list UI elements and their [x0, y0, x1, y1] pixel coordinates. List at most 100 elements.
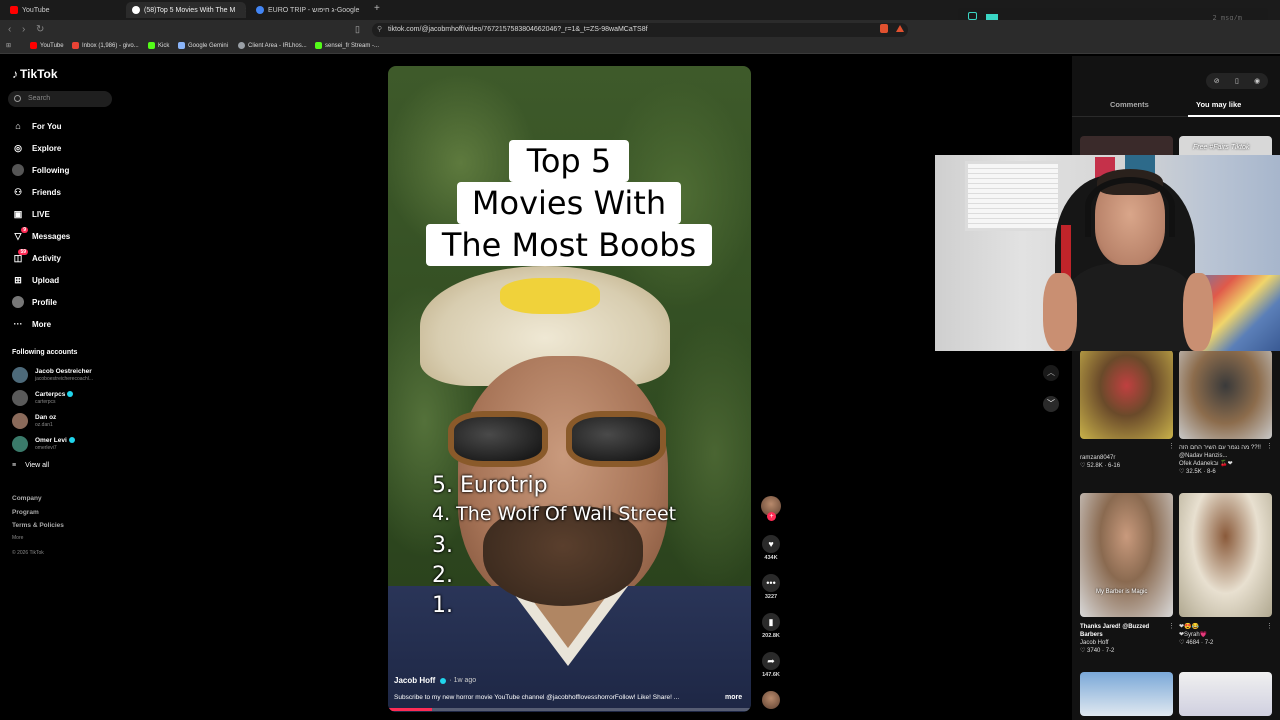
bookmark-star-icon[interactable]: ▯: [355, 24, 360, 35]
video-list-item-2: 2.: [432, 563, 453, 588]
nav-upload[interactable]: ⊞ Upload: [12, 274, 59, 286]
activity-badge: 59: [18, 249, 28, 255]
settings-icon[interactable]: ⊘: [1214, 77, 1220, 85]
view-all-link[interactable]: ≡ View all: [12, 462, 49, 469]
comment-button[interactable]: ••• 3227: [759, 574, 783, 600]
lens-right: [566, 411, 666, 467]
avatar: [12, 413, 28, 429]
nav-friends[interactable]: ⚇ Friends: [12, 186, 61, 198]
bookmark-gemini[interactable]: Google Gemini: [178, 42, 228, 49]
list-item[interactable]: ramzan8047r ♡ 52.8K · 6-16: [1080, 454, 1120, 470]
video-player[interactable]: Top 5 Movies With The Most Boobs 5. Euro…: [388, 66, 751, 712]
brave-shield-icon[interactable]: [880, 24, 888, 33]
nav-activity[interactable]: ◫ 59 Activity: [12, 249, 61, 264]
following-accounts-title: Following accounts: [12, 349, 78, 356]
account-name: Jacob Oestreicher: [35, 368, 92, 375]
bookmark-inbox[interactable]: Inbox (1,986) - givo...: [72, 42, 139, 49]
panel-toolbar: ⊘ ▯ ◉: [1206, 73, 1268, 89]
bookmark-client-area[interactable]: Client Area - IRLhos...: [238, 42, 307, 49]
bookmark-kick[interactable]: Kick: [148, 42, 169, 49]
nav-label: For You: [32, 121, 62, 131]
account-name: Dan oz: [35, 414, 57, 421]
caption-more-button[interactable]: more: [725, 694, 742, 701]
tab-label: YouTube: [22, 6, 50, 14]
list-item[interactable]: Thanks Jared! @Buzzed Barbers Jacob Hoff…: [1080, 623, 1160, 655]
save-button[interactable]: ▮ 202.8K: [759, 613, 783, 639]
brave-rewards-icon[interactable]: [896, 25, 904, 32]
back-arrow-icon[interactable]: ‹: [8, 24, 11, 35]
url-field[interactable]: ⚲ tiktok.com/@jacobmhoff/video/767215758…: [372, 23, 908, 37]
site-info-icon[interactable]: ⚲: [377, 23, 382, 37]
tab-you-may-like[interactable]: You may like: [1196, 100, 1241, 109]
url-text: tiktok.com/@jacobmhoff/video/76721575838…: [388, 26, 648, 33]
share-button[interactable]: ➦ 147.6K: [759, 652, 783, 678]
close-tab-icon[interactable]: ×: [245, 6, 246, 15]
like-button[interactable]: ♥ 434K: [759, 535, 783, 561]
profile-avatar-icon[interactable]: ◉: [1254, 77, 1260, 85]
nav-for-you[interactable]: ⌂ For You: [12, 120, 61, 132]
video-thumbnail[interactable]: [1080, 350, 1173, 439]
nav-live[interactable]: ▣ LIVE: [12, 208, 50, 220]
video-progress-bar[interactable]: [388, 708, 751, 711]
nav-explore[interactable]: ◎ Explore: [12, 142, 61, 154]
apps-grid-icon[interactable]: ⊞: [6, 42, 11, 49]
video-author[interactable]: Jacob Hoff · 1w ago: [394, 676, 476, 685]
following-account[interactable]: Carterpcs carterpcs: [12, 390, 74, 406]
nav-more[interactable]: ··· More: [12, 318, 52, 330]
new-tab-icon[interactable]: +: [374, 3, 380, 14]
avatar: [12, 367, 28, 383]
search-input[interactable]: Search: [8, 91, 112, 107]
heart-icon: ♥: [762, 535, 780, 553]
video-thumbnail[interactable]: [1179, 493, 1272, 617]
nav-messages[interactable]: ▽ 9 Messages: [12, 227, 70, 242]
tab-tiktok-video[interactable]: (58)Top 5 Movies With The M ×: [126, 2, 246, 18]
more-options-icon[interactable]: ⋮: [1266, 442, 1273, 450]
save-count: 202.8K: [762, 633, 780, 639]
video-thumbnail[interactable]: [1179, 672, 1272, 716]
bookmark-sensei[interactable]: sensei_fr Stream -...: [315, 42, 379, 49]
tiktok-logo[interactable]: ♪ TikTok: [12, 67, 58, 81]
scroll-down-icon[interactable]: ﹀: [1043, 396, 1059, 412]
bookmark-youtube[interactable]: YouTube: [30, 42, 64, 49]
music-disc-icon: [762, 691, 780, 709]
follow-plus-icon[interactable]: +: [767, 512, 776, 521]
more-options-icon[interactable]: ⋮: [1266, 622, 1273, 630]
forward-arrow-icon[interactable]: ›: [22, 24, 25, 35]
thumb-title: Thanks Jared! @Buzzed Barbers: [1080, 624, 1150, 638]
live-icon: ▣: [13, 208, 23, 219]
video-thumbnail[interactable]: My Barber is Magic: [1080, 493, 1173, 617]
nav-profile[interactable]: Profile: [12, 296, 57, 308]
video-title-line-1: Top 5: [509, 140, 629, 182]
bookmark-icon: ▮: [762, 613, 780, 631]
nav-label: Profile: [32, 297, 57, 307]
profile-icon: [12, 296, 24, 308]
cam-window: [965, 161, 1061, 231]
following-account[interactable]: Dan oz oz.dan1: [12, 413, 56, 429]
list-item[interactable]: מה נגמר עם השיר החם הזה ??!! @Nadav Hanz…: [1179, 444, 1271, 476]
tab-comments[interactable]: Comments: [1110, 100, 1149, 109]
footer-more-link[interactable]: More: [12, 535, 23, 541]
upload-icon: ⊞: [14, 274, 22, 285]
youtube-favicon-icon: [10, 6, 18, 14]
scroll-up-icon[interactable]: ︿: [1043, 365, 1059, 381]
globe-icon: [238, 42, 245, 49]
list-item[interactable]: ❤😍😂 ❤Syrah💗 ♡ 4684 · 7-2: [1179, 623, 1213, 647]
nav-label: Friends: [32, 187, 61, 197]
footer-company-link[interactable]: Company: [12, 495, 42, 502]
tab-google-search[interactable]: EURO TRIP - ג חיפוש-Google: [250, 2, 370, 18]
nav-following[interactable]: Following: [12, 164, 69, 176]
reload-icon[interactable]: ↻: [36, 24, 44, 35]
following-account[interactable]: Jacob Oestreicher jacoboestreicherecoachl…: [12, 367, 93, 383]
more-options-icon[interactable]: ⋮: [1168, 442, 1175, 450]
video-thumbnail[interactable]: [1179, 350, 1272, 439]
more-options-icon[interactable]: ⋮: [1168, 622, 1175, 630]
footer-program-link[interactable]: Program: [12, 509, 39, 516]
bookmark-label: YouTube: [40, 42, 64, 49]
thumb-author: ❤Syrah💗: [1179, 632, 1208, 638]
video-thumbnail[interactable]: [1080, 672, 1173, 716]
tab-youtube[interactable]: YouTube: [4, 2, 124, 18]
thumb-stats: ♡ 52.8K · 6-16: [1080, 463, 1121, 469]
following-account[interactable]: Omer Levi omerlevi7: [12, 436, 75, 452]
footer-terms-link[interactable]: Terms & Policies: [12, 522, 64, 529]
device-icon[interactable]: ▯: [1235, 77, 1239, 85]
